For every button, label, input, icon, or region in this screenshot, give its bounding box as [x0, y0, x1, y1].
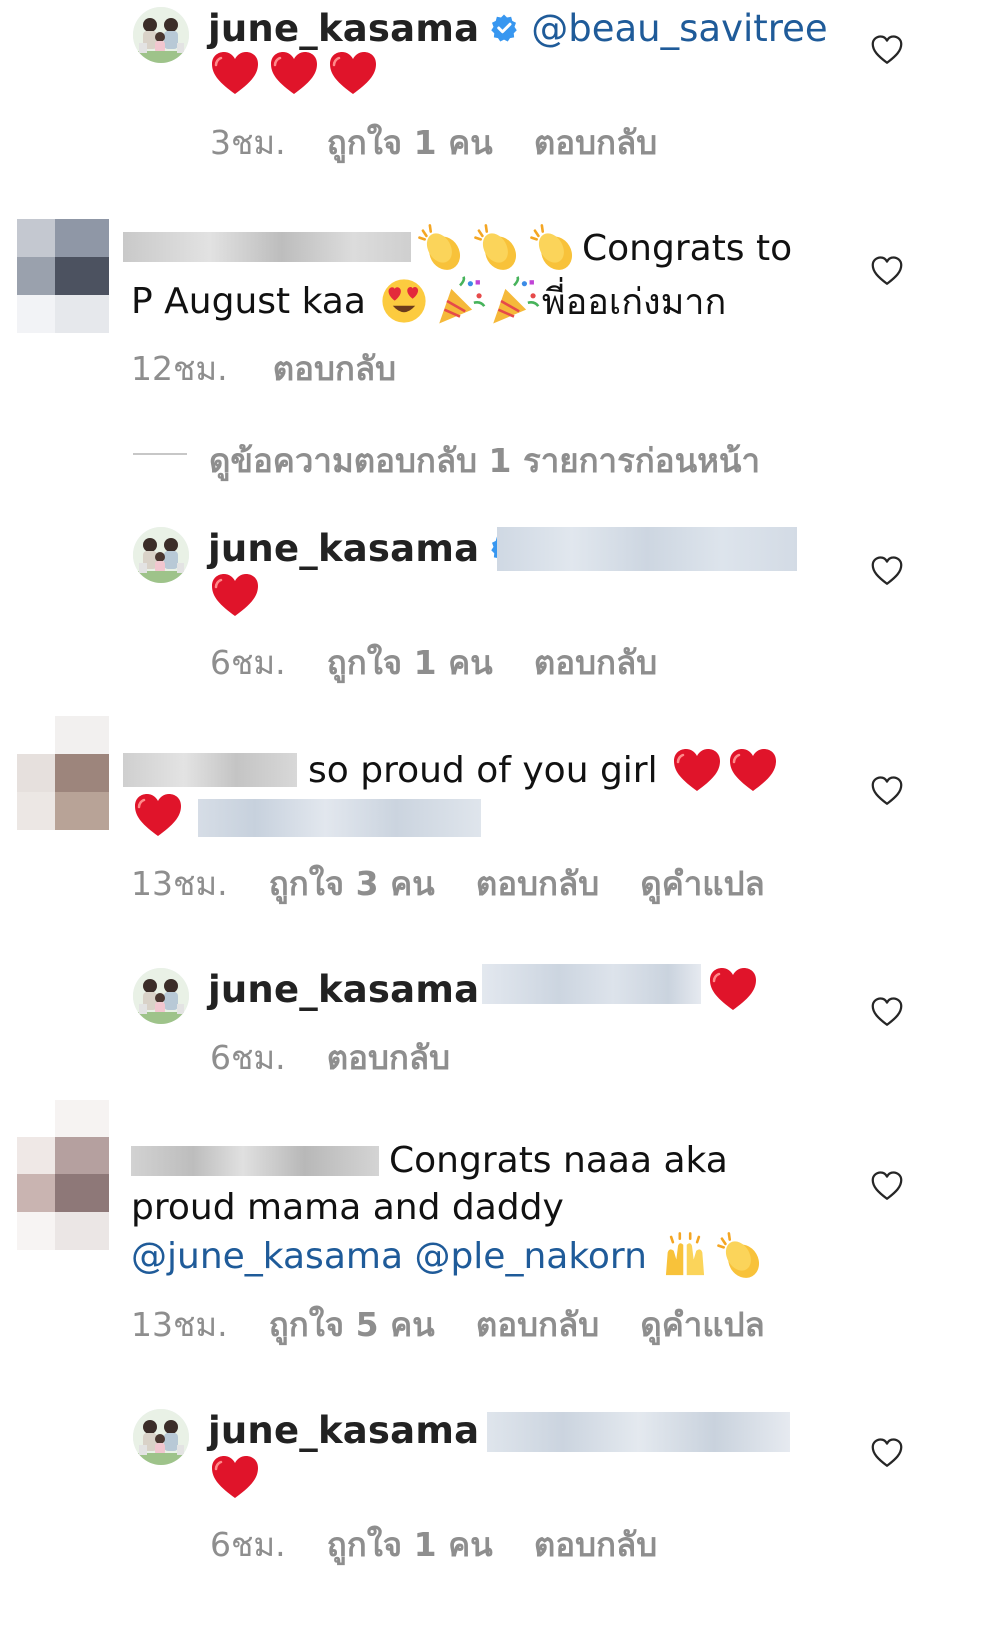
comment-meta: 6ชม. ตอบกลับ	[210, 1031, 450, 1084]
likes-count[interactable]: ถูกใจ 3 คน	[269, 864, 435, 903]
heart-outline-icon[interactable]	[869, 773, 905, 809]
reply-button[interactable]: ตอบกลับ	[327, 1038, 450, 1077]
comment-text-line1: so proud of you girl	[308, 744, 778, 796]
comment-text-line2: P August kaa พี่ออเก่งมาก	[131, 274, 726, 328]
redacted-mention	[487, 1412, 790, 1452]
username[interactable]: june_kasama	[208, 527, 479, 570]
emoji-row	[210, 50, 378, 100]
raising-hands-icon	[659, 1230, 711, 1282]
timestamp: 13ชม.	[131, 864, 228, 903]
likes-count[interactable]: ถูกใจ 5 คน	[269, 1305, 435, 1344]
redacted-username	[131, 1146, 379, 1176]
avatar[interactable]	[133, 968, 189, 1024]
heart-outline-icon[interactable]	[869, 32, 905, 68]
redacted-username	[123, 753, 297, 787]
comment-meta: 3ชม. ถูกใจ 1 คน ตอบกลับ	[210, 116, 657, 169]
redacted-username	[123, 232, 411, 262]
heart-emoji-icon	[328, 50, 378, 96]
comment-meta: 6ชม. ถูกใจ 1 คน ตอบกลับ	[210, 636, 657, 689]
view-previous-replies-button[interactable]: ดูข้อความตอบกลับ 1 รายการก่อนหน้า	[209, 434, 760, 487]
heart-eyes-icon	[380, 277, 428, 325]
reply-header: june_kasama	[208, 1406, 527, 1454]
likes-count[interactable]: ถูกใจ 1 คน	[327, 1525, 493, 1564]
timestamp: 12ชม.	[131, 349, 228, 388]
heart-emoji-icon	[728, 747, 778, 793]
heart-emoji-icon	[269, 50, 319, 96]
heart-emoji-icon	[210, 50, 260, 96]
emoji-row	[210, 572, 260, 622]
reply-button[interactable]: ตอบกลับ	[534, 123, 657, 162]
comment-text-line1: Congrats to	[416, 222, 792, 274]
redacted-mention	[482, 964, 701, 1004]
reply-button[interactable]: ตอบกลับ	[534, 1525, 657, 1564]
comment-text: พี่ออเก่งมาก	[541, 281, 727, 323]
reply-button[interactable]: ตอบกลับ	[534, 643, 657, 682]
heart-emoji-icon	[133, 792, 183, 838]
timestamp: 13ชม.	[131, 1305, 228, 1344]
mention-link[interactable]: @june_kasama @ple_nakorn	[131, 1236, 647, 1277]
comment-text: proud mama and daddy	[131, 1187, 564, 1228]
redacted-mention	[497, 527, 797, 571]
heart-outline-icon[interactable]	[869, 253, 905, 289]
divider	[133, 453, 187, 455]
comment-text: Congrats naaa aka	[389, 1140, 728, 1181]
clapping-hands-icon	[715, 1230, 767, 1282]
see-translation-button[interactable]: ดูคำแปล	[640, 1305, 764, 1344]
verified-badge-icon	[489, 13, 519, 43]
comment-text: P August kaa	[131, 280, 366, 322]
avatar[interactable]	[133, 1409, 189, 1465]
timestamp: 6ชม.	[210, 1525, 286, 1564]
comment-text-line3: @june_kasama @ple_nakorn	[131, 1228, 767, 1284]
heart-emoji-icon	[708, 966, 758, 1012]
heart-emoji-icon	[210, 572, 260, 618]
reply-button[interactable]: ตอบกลับ	[273, 349, 396, 388]
party-popper-icon	[488, 275, 540, 327]
timestamp: 6ชม.	[210, 643, 286, 682]
reply-header: june_kasama	[208, 524, 529, 572]
mention-link[interactable]: @beau_savitree	[531, 7, 827, 50]
likes-count[interactable]: ถูกใจ 1 คน	[327, 123, 493, 162]
likes-count[interactable]: ถูกใจ 1 คน	[327, 643, 493, 682]
username[interactable]: june_kasama	[208, 968, 479, 1011]
comment-meta: 6ชม. ถูกใจ 1 คน ตอบกลับ	[210, 1518, 657, 1571]
avatar[interactable]	[17, 219, 109, 333]
comment-meta: 13ชม. ถูกใจ 3 คน ตอบกลับ ดูคำแปล	[131, 857, 765, 910]
heart-outline-icon[interactable]	[869, 1168, 905, 1204]
heart-outline-icon[interactable]	[869, 1435, 905, 1471]
heart-outline-icon[interactable]	[869, 553, 905, 589]
avatar[interactable]	[17, 1100, 109, 1250]
heart-outline-icon[interactable]	[869, 994, 905, 1030]
comment-text: so proud of you girl	[308, 749, 658, 791]
heart-emoji-icon	[672, 747, 722, 793]
clapping-hands-icon	[472, 222, 524, 274]
comment-meta: 12ชม. ตอบกลับ	[131, 342, 396, 395]
clapping-hands-icon	[416, 222, 468, 274]
username[interactable]: june_kasama	[208, 1409, 479, 1452]
avatar[interactable]	[133, 527, 189, 583]
reply-header: june_kasama @beau_savitree	[208, 4, 828, 52]
username[interactable]: june_kasama	[208, 7, 479, 50]
redacted-mention	[198, 799, 481, 837]
heart-emoji-icon	[210, 1454, 260, 1500]
timestamp: 3ชม.	[210, 123, 286, 162]
emoji-row	[133, 792, 183, 842]
see-translation-button[interactable]: ดูคำแปล	[640, 864, 764, 903]
emoji-row	[210, 1454, 260, 1504]
party-popper-icon	[434, 275, 486, 327]
avatar[interactable]	[133, 7, 189, 63]
reply-button[interactable]: ตอบกลับ	[476, 1305, 599, 1344]
timestamp: 6ชม.	[210, 1038, 286, 1077]
avatar[interactable]	[17, 716, 109, 830]
comment-meta: 13ชม. ถูกใจ 5 คน ตอบกลับ ดูคำแปล	[131, 1298, 765, 1351]
comment-text: Congrats to	[582, 227, 793, 269]
reply-header: june_kasama	[208, 965, 527, 1013]
clapping-hands-icon	[528, 222, 580, 274]
reply-button[interactable]: ตอบกลับ	[476, 864, 599, 903]
